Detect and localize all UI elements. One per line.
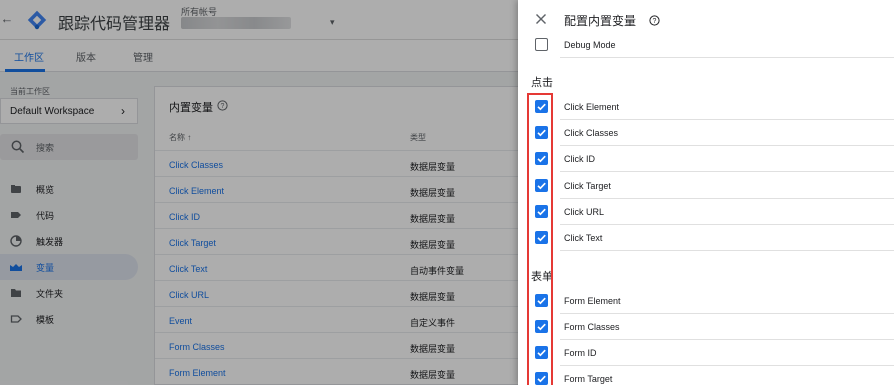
checkbox-label: Click Classes [564, 128, 619, 138]
row-divider [560, 57, 894, 58]
checkbox-row-click-text[interactable]: Click Text [518, 225, 894, 251]
checkbox-row-click-element[interactable]: Click Element [518, 94, 894, 120]
checkbox-row-click-url[interactable]: Click URL [518, 199, 894, 225]
checkbox-label: Form Target [564, 374, 613, 384]
checkbox-label: Click ID [564, 154, 595, 164]
panel-title: 配置内置变量 [564, 14, 637, 28]
row-divider [560, 171, 894, 172]
checkbox-label: Form Classes [564, 322, 620, 332]
checkbox-unchecked[interactable] [535, 38, 548, 51]
checkbox-row-form-id[interactable]: Form ID [518, 340, 894, 366]
checkbox-label: Click Element [564, 102, 620, 112]
checkbox-label: Click Target [564, 181, 611, 191]
checkbox-row-form-target[interactable]: Form Target [518, 366, 894, 385]
checkbox-label: Form ID [564, 348, 597, 358]
checkbox-label: Click Text [564, 233, 603, 243]
checkbox-label: Debug Mode [564, 40, 616, 50]
highlight-annotation-box [527, 93, 553, 385]
configure-builtin-variables-panel: 配置内置变量 ? Debug Mode 点击 Click Element Cli… [518, 0, 894, 385]
checkbox-label: Click URL [564, 207, 605, 217]
checkbox-row-form-classes[interactable]: Form Classes [518, 314, 894, 340]
checkbox-label: Form Element [564, 296, 621, 306]
checkbox-row-form-element[interactable]: Form Element [518, 288, 894, 314]
checkbox-row-click-classes[interactable]: Click Classes [518, 120, 894, 146]
checkbox-row-click-target[interactable]: Click Target [518, 173, 894, 199]
help-icon[interactable]: ? [649, 15, 660, 26]
checkbox-row-debug-mode[interactable]: Debug Mode [518, 32, 894, 58]
row-divider [560, 250, 894, 251]
close-icon[interactable] [535, 13, 547, 25]
svg-text:?: ? [653, 18, 657, 25]
checkbox-row-click-id[interactable]: Click ID [518, 146, 894, 172]
section-heading-click: 点击 [531, 77, 553, 89]
